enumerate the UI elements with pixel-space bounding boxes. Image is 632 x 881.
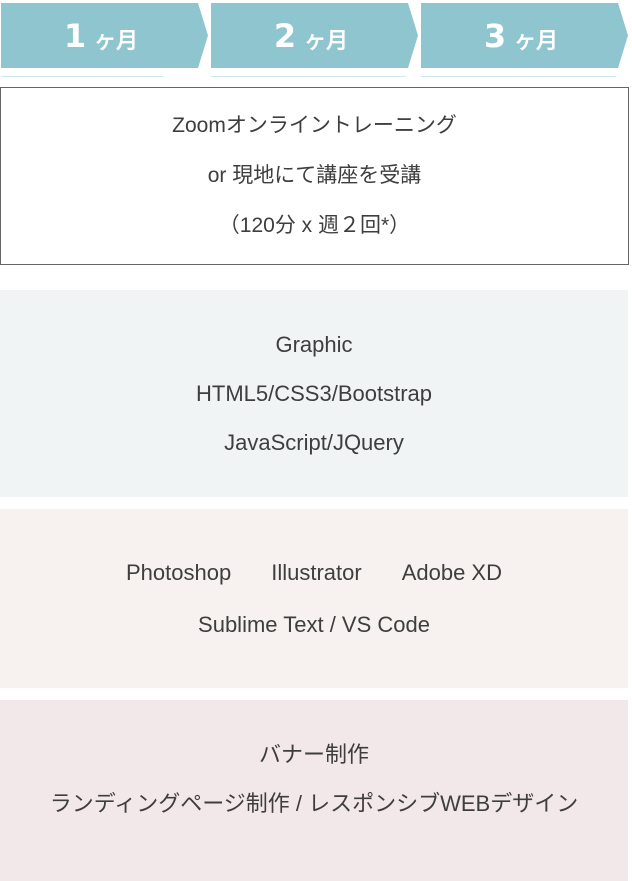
step-underline [421,76,616,77]
training-line-online: Zoomオンライントレーニング [172,114,457,137]
project-item: バナー制作 [258,742,369,767]
step-label: 1 ヶ月 [1,3,201,68]
step-month-2: 2 ヶ月 [211,3,419,68]
step-underline [211,76,406,77]
step-label: 2 ヶ月 [211,3,411,68]
skill-item: HTML5/CSS3/Bootstrap [196,381,432,406]
step-month-3: 3 ヶ月 [421,3,629,68]
step-unit: ヶ月 [514,28,559,54]
step-number: 3 [483,16,507,55]
step-number: 1 [63,16,87,55]
step-label: 3 ヶ月 [421,3,621,68]
projects-panel: バナー制作 ランディングページ制作 / レスポンシブWEBデザイン [0,700,628,881]
step-month-1: 1 ヶ月 [1,3,209,68]
training-format-box: Zoomオンライントレーニング or 現地にて講座を受講 （120分 x 週２回… [0,87,629,265]
tool-item: Adobe XD [401,559,502,585]
tool-item: Photoshop [126,559,232,585]
step-underline [1,76,163,77]
skill-item: JavaScript/JQuery [224,430,404,455]
month-steps: 1 ヶ月 2 ヶ月 3 ヶ月 [0,0,632,80]
step-number: 2 [273,16,297,55]
step-unit: ヶ月 [304,28,349,54]
skills-panel: Graphic HTML5/CSS3/Bootstrap JavaScript/… [0,290,628,497]
tool-editors: Sublime Text / VS Code [198,611,430,637]
project-item: ランディングページ制作 / レスポンシブWEBデザイン [49,791,579,816]
training-line-schedule: （120分 x 週２回*） [218,214,411,237]
skill-item: Graphic [275,332,353,357]
training-line-onsite: or 現地にて講座を受講 [207,164,422,187]
tools-panel: Photoshop Illustrator Adobe XD Sublime T… [0,509,628,688]
tool-item: Illustrator [271,559,362,585]
step-unit: ヶ月 [94,28,139,54]
tools-row: Photoshop Illustrator Adobe XD [126,547,502,599]
